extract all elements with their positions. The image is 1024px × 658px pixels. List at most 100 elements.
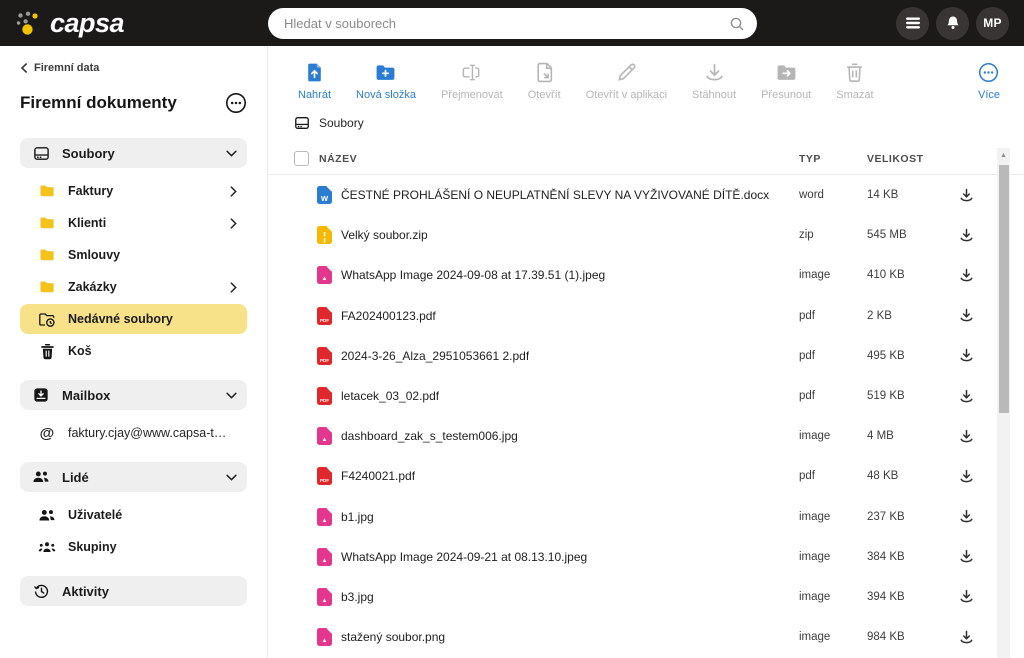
table-row[interactable]: WhatsApp Image 2024-09-08 at 17.39.51 (1… (268, 255, 1024, 295)
column-header-name[interactable]: NÁZEV (319, 153, 799, 165)
open-in-app-button[interactable]: Otevřít v aplikaci (586, 62, 667, 101)
table-row[interactable]: 2024-3-26_Alza_2951053661 2.pdf pdf 495 … (268, 336, 1024, 376)
file-name[interactable]: Velký soubor.zip (341, 228, 428, 242)
move-folder-icon (776, 62, 797, 83)
toolbar: Nahrát Nová složka Přejmenovat (268, 46, 1024, 109)
sidebar-item-kos[interactable]: Koš (20, 336, 247, 366)
sidebar-item-skupiny[interactable]: Skupiny (20, 532, 247, 562)
table-scrollbar[interactable]: ▲ (997, 148, 1010, 658)
search-icon[interactable] (729, 16, 745, 32)
file-name[interactable]: dashboard_zak_s_testem006.jpg (341, 429, 518, 443)
sidebar-item-soubory[interactable]: Soubory (20, 138, 247, 168)
back-link[interactable]: Firemní data (20, 62, 247, 74)
download-button[interactable] (959, 268, 974, 283)
file-name[interactable]: FA202400123.pdf (341, 309, 436, 323)
file-size: 14 KB (867, 189, 959, 201)
download-button[interactable] (959, 630, 974, 645)
table-row[interactable]: b1.jpg image 237 KB (268, 497, 1024, 537)
table-header: NÁZEV TYP VELIKOST (268, 143, 1024, 175)
column-header-type[interactable]: TYP (799, 153, 867, 165)
breadcrumb[interactable]: Soubory (268, 109, 1024, 143)
upload-button[interactable]: Nahrát (298, 62, 331, 101)
capsa-logo[interactable]: capsa (14, 8, 124, 39)
download-button[interactable] (959, 429, 974, 444)
rename-button[interactable]: Přejmenovat (441, 62, 503, 101)
table-row[interactable]: ČESTNÉ PROHLÁŠENÍ O NEUPLATNĚNÍ SLEVY NA… (268, 175, 1024, 215)
more-button[interactable]: Více (978, 62, 1000, 101)
sidebar-item-label: Lidé (62, 470, 226, 485)
table-row[interactable]: F4240021.pdf pdf 48 KB (268, 456, 1024, 496)
sidebar-item-aktivity[interactable]: Aktivity (20, 576, 247, 606)
search-bar[interactable] (268, 8, 757, 39)
download-button[interactable] (959, 228, 974, 243)
folder-icon (38, 248, 56, 262)
open-button[interactable]: Otevřít (528, 62, 561, 101)
title-more-button[interactable] (225, 92, 247, 114)
sidebar-item-label: Aktivity (62, 584, 237, 599)
user-avatar[interactable]: MP (976, 7, 1009, 40)
file-name[interactable]: b3.jpg (341, 590, 374, 604)
sidebar-item-zakazky[interactable]: Zakázky (20, 272, 247, 302)
file-name[interactable]: b1.jpg (341, 510, 374, 524)
sidebar-item-uzivatele[interactable]: Uživatelé (20, 500, 247, 530)
sidebar-item-lide[interactable]: Lidé (20, 462, 247, 492)
sidebar-item-faktury[interactable]: Faktury (20, 176, 247, 206)
file-name[interactable]: WhatsApp Image 2024-09-08 at 17.39.51 (1… (341, 268, 605, 282)
scrollbar-up-arrow[interactable]: ▲ (997, 148, 1010, 162)
sidebar-item-mailbox-address[interactable]: @ faktury.cjay@www.capsa-t… (20, 418, 247, 448)
download-button[interactable] (959, 589, 974, 604)
sidebar-item-smlouvy[interactable]: Smlouvy (20, 240, 247, 270)
search-input[interactable] (284, 16, 729, 31)
table-row[interactable]: FA202400123.pdf pdf 2 KB (268, 296, 1024, 336)
download-button[interactable] (959, 549, 974, 564)
download-button[interactable] (959, 348, 974, 363)
file-name[interactable]: stažený soubor.png (341, 630, 445, 644)
download-button[interactable] (959, 469, 974, 484)
download-icon (959, 348, 974, 363)
toolbar-button-label: Přesunout (761, 89, 811, 101)
download-icon (959, 549, 974, 564)
file-type: image (799, 430, 867, 442)
sidebar-item-label: Soubory (62, 146, 226, 161)
download-button[interactable] (959, 308, 974, 323)
toolbar-button-label: Přejmenovat (441, 89, 503, 101)
folder-icon (38, 184, 56, 198)
table-row[interactable]: WhatsApp Image 2024-09-21 at 08.13.10.jp… (268, 537, 1024, 577)
sidebar-item-mailbox[interactable]: Mailbox (20, 380, 247, 410)
rename-icon (461, 62, 482, 83)
history-icon (32, 583, 50, 600)
table-row[interactable]: b3.jpg image 394 KB (268, 577, 1024, 617)
new-folder-button[interactable]: Nová složka (356, 62, 416, 101)
file-name[interactable]: 2024-3-26_Alza_2951053661 2.pdf (341, 349, 529, 363)
table-row[interactable]: stažený soubor.png image 984 KB (268, 617, 1024, 657)
sidebar-item-klienti[interactable]: Klienti (20, 208, 247, 238)
download-toolbar-button[interactable]: Stáhnout (692, 62, 736, 101)
file-name[interactable]: ČESTNÉ PROHLÁŠENÍ O NEUPLATNĚNÍ SLEVY NA… (341, 188, 769, 202)
table-row[interactable]: letacek_03_02.pdf pdf 519 KB (268, 376, 1024, 416)
image-file-icon (317, 427, 332, 445)
app-window: capsa (0, 0, 1024, 658)
scrollbar-thumb[interactable] (999, 165, 1009, 413)
table-row[interactable]: dashboard_zak_s_testem006.jpg image 4 MB (268, 416, 1024, 456)
move-button[interactable]: Přesunout (761, 62, 811, 101)
select-all-checkbox[interactable] (294, 151, 309, 166)
download-button[interactable] (959, 509, 974, 524)
ellipsis-circle-icon (225, 92, 247, 114)
file-name[interactable]: F4240021.pdf (341, 469, 415, 483)
file-size: 384 KB (867, 551, 959, 563)
folder-icon (38, 280, 56, 294)
menu-button[interactable] (896, 7, 929, 40)
delete-button[interactable]: Smazat (836, 62, 873, 101)
file-name[interactable]: letacek_03_02.pdf (341, 389, 439, 403)
mailbox-icon (32, 387, 50, 403)
download-button[interactable] (959, 389, 974, 404)
download-button[interactable] (959, 188, 974, 203)
column-header-size[interactable]: VELIKOST (867, 153, 959, 165)
hamburger-icon (905, 16, 921, 30)
notifications-button[interactable] (936, 7, 969, 40)
table-row[interactable]: Velký soubor.zip zip 545 MB (268, 215, 1024, 255)
toolbar-button-label: Nahrát (298, 89, 331, 101)
file-name[interactable]: WhatsApp Image 2024-09-21 at 08.13.10.jp… (341, 550, 587, 564)
image-file-icon (317, 588, 332, 606)
sidebar-item-nedavne-soubory[interactable]: Nedávné soubory (20, 304, 247, 334)
